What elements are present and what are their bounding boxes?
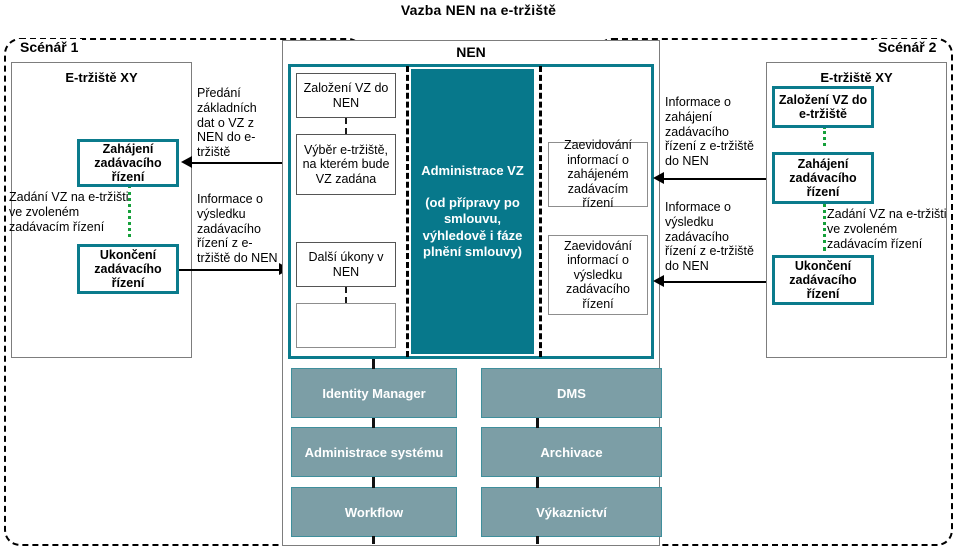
nen-box-dalsi-ukony-label: Další úkony v NEN xyxy=(308,250,384,279)
flow-label-left-top: Předání základních dat o VZ z NEN do e-t… xyxy=(197,86,257,159)
flow-arrowhead-right-top xyxy=(653,172,664,184)
nen-box-zaevidovani-zahajeni-label: Zaevidování informací o zahájeném zadáva… xyxy=(563,138,633,211)
module-tick-4 xyxy=(372,536,375,544)
nen-box-vyber-label: Výběr e-tržiště, na kterém bude VZ zadán… xyxy=(302,142,390,186)
page-title: Vazba NEN na e-tržiště xyxy=(400,2,557,18)
module-tick-5 xyxy=(536,418,539,428)
nen-box-zaevidovani-zahajeni: Zaevidování informací o zahájeném zadáva… xyxy=(548,138,648,210)
right-box-zahajeni: Zahájení zadávacího řízení xyxy=(772,152,874,204)
diagram-canvas: Vazba NEN na e-tržiště Scénář 1 Scénář 2… xyxy=(0,0,957,551)
module-dms: DMS xyxy=(481,368,662,418)
left-marketplace-title: E-tržiště XY xyxy=(65,70,138,85)
left-inline-note: Zadání VZ na e-tržišti ve zvoleném zadáv… xyxy=(9,190,129,234)
nen-separator-left xyxy=(406,66,409,357)
right-box-ukonceni: Ukončení zadávacího řízení xyxy=(772,255,874,305)
module-tick-1 xyxy=(372,359,375,369)
admin-block-heading: Administrace VZ xyxy=(421,162,524,178)
flow-label-right-top: Informace o zahájení zadávacího řízení z… xyxy=(665,95,754,168)
nen-box-dalsi-ukony: Další úkony v NEN xyxy=(296,242,396,287)
scenario-2-label: Scénář 2 xyxy=(874,39,941,55)
right-box-ukonceni-label: Ukončení zadávacího řízení xyxy=(789,259,857,301)
left-box-ukonceni: Ukončení zadávacího řízení xyxy=(77,244,179,294)
right-box-zalozeni: Založení VZ do e-tržiště xyxy=(772,86,874,128)
nen-box-zaevidovani-vysledek-label: Zaevidování informací o výsledku zadávac… xyxy=(563,238,633,311)
module-archivace-label: Archivace xyxy=(540,444,603,460)
flow-line-left-bottom xyxy=(179,269,280,271)
module-vykaznictvi-label: Výkaznictví xyxy=(536,504,607,520)
flow-line-left-top xyxy=(192,162,288,164)
flow-label-left-bottom: Informace o výsledku zadávacího řízení z… xyxy=(197,192,278,265)
module-workflow-label: Workflow xyxy=(344,504,404,520)
nen-dash-connector-2 xyxy=(345,287,347,303)
module-vykaznictvi: Výkaznictví xyxy=(481,487,662,537)
left-box-ukonceni-label: Ukončení zadávacího řízení xyxy=(94,248,162,290)
module-tick-6 xyxy=(536,477,539,488)
nen-dash-connector-1 xyxy=(345,118,347,134)
nen-box-empty xyxy=(296,303,396,348)
nen-administrace-vz-block: Administrace VZ (od přípravy po smlouvu,… xyxy=(411,69,534,354)
right-green-dotted-connector-1 xyxy=(823,126,826,146)
right-green-dotted-connector-2 xyxy=(823,203,826,251)
flow-arrowhead-left-top xyxy=(181,156,192,168)
left-box-zahajeni: Zahájení zadávacího řízení xyxy=(77,139,179,187)
nen-box-zalozeni-label: Založení VZ do NEN xyxy=(303,81,389,110)
right-inline-note: Zadání VZ na e-tržišti ve zvoleném zadáv… xyxy=(827,207,947,251)
scenario-1-label: Scénář 1 xyxy=(16,39,83,55)
right-marketplace-title: E-tržiště XY xyxy=(820,70,893,85)
module-tick-7 xyxy=(536,536,539,544)
nen-box-zaevidovani-vysledek: Zaevidování informací o výsledku zadávac… xyxy=(548,235,648,315)
module-administrace-systemu: Administrace systému xyxy=(291,427,457,477)
flow-arrowhead-right-bottom xyxy=(653,275,664,287)
right-box-zalozeni-label: Založení VZ do e-tržiště xyxy=(778,93,868,121)
flow-line-right-top xyxy=(664,178,772,180)
module-dms-label: DMS xyxy=(557,385,586,401)
right-box-zahajeni-label: Zahájení zadávacího řízení xyxy=(789,157,857,199)
module-administrace-systemu-label: Administrace systému xyxy=(304,444,444,460)
nen-box-zalozeni-vz-do-nen: Založení VZ do NEN xyxy=(296,73,396,118)
module-identity-manager-label: Identity Manager xyxy=(322,385,426,401)
module-workflow: Workflow xyxy=(291,487,457,537)
module-identity-manager: Identity Manager xyxy=(291,368,457,418)
module-tick-3 xyxy=(372,477,375,488)
module-tick-2 xyxy=(372,418,375,428)
flow-line-right-bottom xyxy=(664,281,772,283)
nen-label: NEN xyxy=(456,44,486,60)
admin-block-subtext: (od přípravy po smlouvu, výhledově i fáz… xyxy=(422,195,523,259)
flow-label-right-bottom: Informace o výsledku zadávacího řízení z… xyxy=(665,200,754,273)
left-box-zahajeni-label: Zahájení zadávacího řízení xyxy=(94,142,162,184)
nen-separator-right xyxy=(539,66,542,357)
module-archivace: Archivace xyxy=(481,427,662,477)
nen-box-vyber-e-trziste: Výběr e-tržiště, na kterém bude VZ zadán… xyxy=(296,134,396,195)
